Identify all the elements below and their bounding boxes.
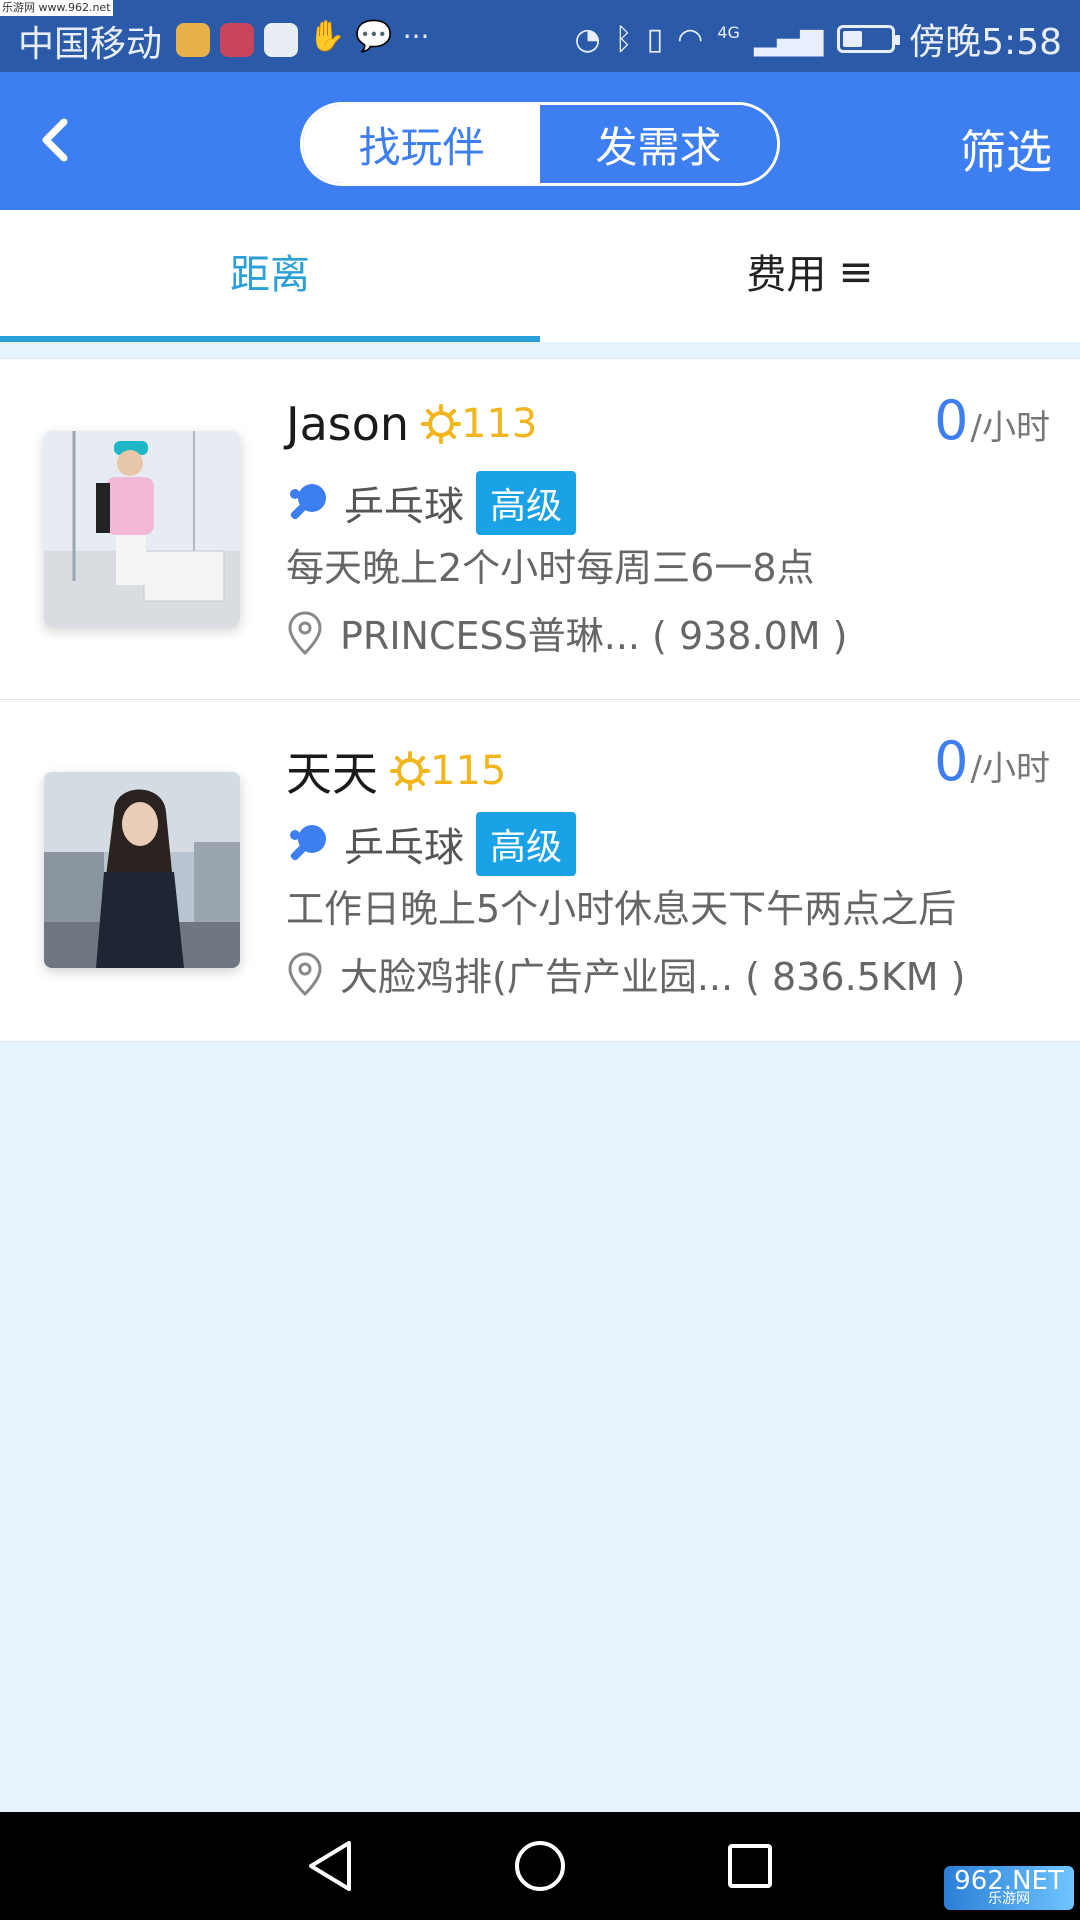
- list-item[interactable]: Jason 113 0 /小时 乒乓球 高级 每天晚上2个小时每周三6一8点 P…: [0, 358, 1080, 700]
- hand-notification-icon: ✋: [308, 18, 346, 54]
- chevron-left-icon: [42, 118, 68, 162]
- square-recents-icon: [728, 1844, 772, 1888]
- skill-badge: 高级: [476, 812, 577, 876]
- battery-icon: [837, 25, 901, 53]
- system-nav-bar: 962.NET 乐游网: [0, 1812, 1080, 1920]
- sort-order-icon: ≡: [838, 246, 874, 296]
- ping-pong-icon: [290, 825, 326, 861]
- app-header: 找玩伴 发需求 筛选: [0, 72, 1080, 210]
- sport-name: 乒乓球: [344, 825, 464, 871]
- user-name: Jason: [286, 397, 410, 451]
- availability-description: 工作日晚上5个小时休息天下午两点之后: [286, 887, 957, 931]
- map-notification-icon: [264, 23, 299, 57]
- tab-post-request[interactable]: 发需求: [540, 105, 777, 183]
- price-value: 0: [934, 389, 969, 452]
- location-pin-icon: [288, 951, 322, 996]
- level-value: 113: [461, 401, 538, 447]
- chat-notification-icon: 💬: [355, 18, 393, 54]
- price-value: 0: [934, 730, 969, 793]
- location-text: 大脸鸡排(广告产业园... ( 836.5KM ): [340, 955, 966, 999]
- location-pin-icon: [288, 610, 322, 655]
- wifi-icon: ◠: [677, 21, 704, 57]
- nav-home-button[interactable]: [510, 1836, 570, 1896]
- sort-tab-fee-label: 费用: [746, 252, 827, 298]
- status-time: 傍晚5:58: [909, 22, 1062, 63]
- avatar: [44, 772, 240, 968]
- list-item[interactable]: 天天 115 0 /小时 乒乓球 高级 工作日晚上5个小时休息天下午两点之后 大…: [0, 700, 1080, 1042]
- carrier-name: 中国移动: [18, 24, 163, 65]
- sort-tab-distance[interactable]: 距离: [0, 210, 540, 342]
- app-notification-icon: [220, 23, 255, 57]
- triangle-back-icon: [309, 1841, 351, 1891]
- partner-list: Jason 113 0 /小时 乒乓球 高级 每天晚上2个小时每周三6一8点 P…: [0, 358, 1080, 1042]
- more-notifications-icon: ···: [402, 19, 430, 53]
- mode-segmented-control: 找玩伴 发需求: [300, 102, 780, 186]
- watermark-logo: 962.NET 乐游网: [944, 1866, 1074, 1910]
- price-unit: /小时: [970, 749, 1050, 789]
- signal-icon: ▂▄▆: [753, 21, 824, 57]
- back-button[interactable]: [24, 110, 84, 170]
- nav-recents-button[interactable]: [720, 1836, 780, 1896]
- level-indicator: 115: [390, 748, 506, 794]
- sun-level-icon: [421, 404, 462, 444]
- level-indicator: 113: [421, 401, 537, 447]
- sort-tab-fee[interactable]: 费用 ≡: [540, 210, 1080, 342]
- watermark-text: 乐游网 www.962.net: [0, 0, 113, 16]
- availability-description: 每天晚上2个小时每周三6一8点: [286, 546, 815, 590]
- price: 0 /小时: [934, 389, 1050, 452]
- network-type: 4G: [717, 22, 740, 42]
- bluetooth-icon: ᛒ: [614, 21, 633, 57]
- mail-notification-icon: [176, 23, 211, 57]
- data-saver-icon: ◔: [574, 21, 601, 57]
- watermark-logo-sub: 乐游网: [988, 1891, 1030, 1907]
- tab-find-partner[interactable]: 找玩伴: [303, 105, 540, 183]
- sort-tab-distance-label: 距离: [230, 252, 310, 298]
- level-value: 115: [430, 748, 507, 794]
- user-name: 天天: [286, 747, 378, 801]
- vibrate-icon: ▯: [646, 21, 664, 57]
- nav-back-button[interactable]: [300, 1836, 360, 1896]
- price: 0 /小时: [934, 730, 1050, 793]
- sun-level-icon: [390, 751, 430, 791]
- sport-name: 乒乓球: [344, 484, 464, 530]
- avatar: [44, 431, 240, 627]
- location-text: PRINCESS普琳... ( 938.0M ): [340, 614, 848, 658]
- status-bar: 乐游网 www.962.net 中国移动 ✋ 💬 ··· ◔ ᛒ ▯ ◠ 4G …: [0, 0, 1080, 72]
- ping-pong-icon: [290, 484, 326, 520]
- skill-badge: 高级: [476, 471, 577, 535]
- sort-tabs: 距离 费用 ≡: [0, 210, 1080, 342]
- filter-button[interactable]: 筛选: [960, 116, 1052, 182]
- circle-home-icon: [515, 1841, 565, 1891]
- watermark-logo-main: 962.NET: [954, 1866, 1064, 1896]
- price-unit: /小时: [970, 408, 1050, 448]
